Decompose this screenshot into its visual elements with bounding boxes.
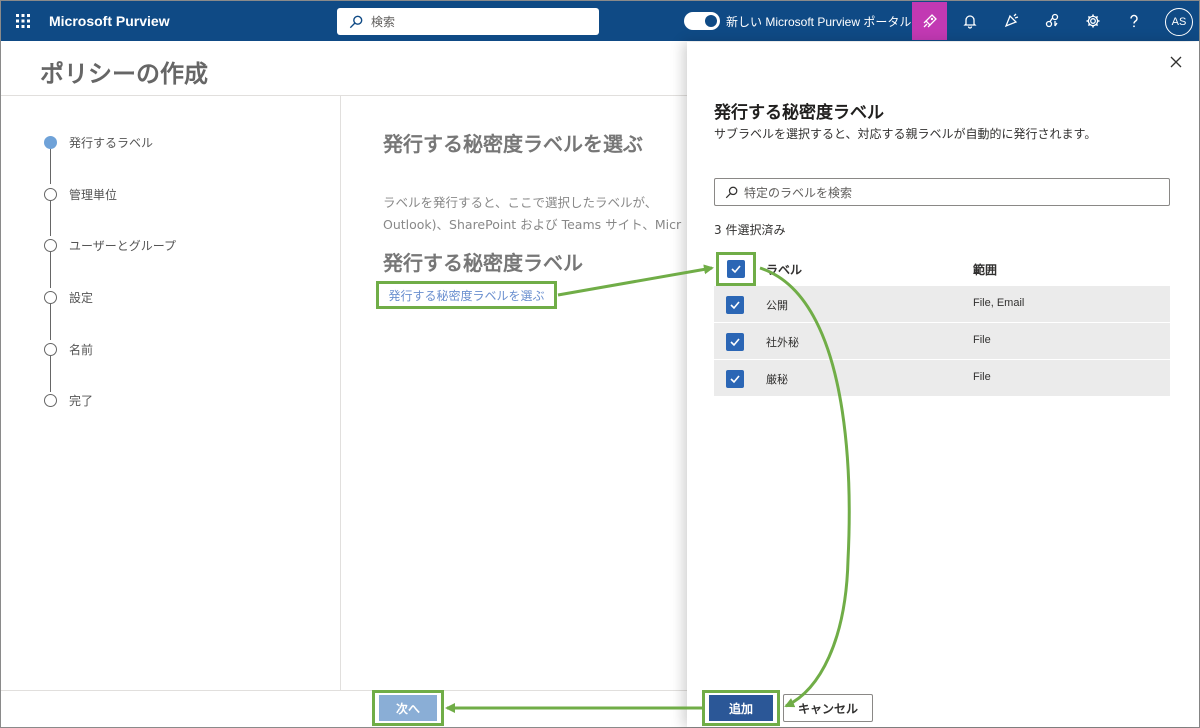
close-icon (1170, 56, 1182, 68)
section-heading: 発行する秘密度ラベルを選ぶ (383, 132, 643, 156)
notifications-button[interactable] (952, 2, 988, 40)
panel-title: 発行する秘密度ラベル (714, 103, 884, 123)
step-users-groups[interactable]: ユーザーとグループ (44, 237, 176, 254)
add-button[interactable]: 追加 (709, 695, 773, 721)
description-line: Outlook)、SharePoint および Teams サイト、Micr (383, 217, 682, 232)
row-label-scope: File, Email (973, 297, 1025, 309)
add-button-highlight: 追加 (702, 690, 780, 726)
step-name[interactable]: 名前 (44, 341, 93, 358)
search-placeholder: 検索 (371, 15, 396, 29)
brand-title[interactable]: Microsoft Purview (49, 13, 170, 29)
step-connector (50, 148, 51, 184)
table-row[interactable]: 公開 File, Email (714, 286, 1170, 323)
wizard-divider (340, 96, 341, 690)
step-indicator (44, 239, 57, 252)
user-avatar[interactable]: AS (1165, 8, 1193, 36)
table-row[interactable]: 厳秘 File (714, 360, 1170, 397)
rocket-button[interactable] (912, 2, 947, 40)
step-label: 名前 (69, 343, 94, 357)
header-divider (1, 95, 687, 96)
label-search-placeholder: 特定のラベルを検索 (744, 185, 853, 200)
row-label-scope: File (973, 371, 991, 383)
label-search-input[interactable]: 特定のラベルを検索 (714, 178, 1170, 206)
top-bar: Microsoft Purview 検索 新しい Microsoft Purvi… (1, 1, 1199, 41)
app-launcher-button[interactable] (1, 1, 45, 41)
row-label-scope: File (973, 334, 991, 346)
step-label: 完了 (69, 394, 94, 408)
step-indicator (44, 188, 57, 201)
step-label: 管理単位 (69, 188, 118, 202)
new-portal-toggle-group: 新しい Microsoft Purview ポータル (684, 1, 911, 41)
next-button-highlight: 次へ (372, 690, 444, 726)
share-button[interactable] (1034, 2, 1070, 40)
share-icon (1045, 13, 1059, 28)
step-connector (50, 252, 51, 288)
next-button[interactable]: 次へ (379, 695, 437, 721)
help-icon (1130, 14, 1138, 28)
step-indicator-active (44, 136, 57, 149)
search-icon (349, 15, 363, 28)
waffle-icon (16, 14, 30, 28)
checkmark-icon (730, 301, 740, 310)
toolbar-icons (912, 2, 1157, 40)
close-panel-button[interactable] (1169, 54, 1187, 72)
footer-divider (1, 690, 687, 691)
settings-button[interactable] (1075, 2, 1111, 40)
step-publish-labels[interactable]: 発行するラベル (44, 134, 153, 151)
select-all-checkbox[interactable] (727, 260, 745, 278)
row-checkbox[interactable] (726, 333, 744, 351)
checkmark-icon (731, 265, 741, 274)
step-admin-units[interactable]: 管理単位 (44, 186, 117, 203)
step-indicator (44, 343, 57, 356)
search-icon (725, 186, 738, 198)
column-header-label[interactable]: ラベル (766, 261, 802, 278)
step-finish[interactable]: 完了 (44, 392, 93, 409)
step-label: 発行するラベル (69, 136, 154, 150)
row-label-name: 厳秘 (766, 373, 788, 386)
panel-subtitle: サブラベルを選択すると、対応する親ラベルが自動的に発行されます。 (714, 127, 1097, 141)
selected-count: 3 件選択済み (714, 223, 786, 237)
step-indicator (44, 291, 57, 304)
row-checkbox[interactable] (726, 370, 744, 388)
help-button[interactable] (1116, 2, 1152, 40)
column-header-scope[interactable]: 範囲 (973, 261, 997, 278)
label-picker-panel: 発行する秘密度ラベル サブラベルを選択すると、対応する親ラベルが自動的に発行され… (687, 42, 1199, 727)
table-row[interactable]: 社外秘 File (714, 323, 1170, 360)
bell-icon (963, 15, 977, 29)
table-header: ラベル 範囲 (714, 250, 1170, 286)
row-label-name: 公開 (766, 299, 788, 312)
choose-labels-link[interactable]: 発行する秘密度ラベルを選ぶ (376, 281, 557, 309)
row-checkbox[interactable] (726, 296, 744, 314)
select-all-highlight (716, 252, 756, 286)
announcements-button[interactable] (993, 2, 1029, 40)
section-subheading: 発行する秘密度ラベル (383, 251, 583, 275)
step-connector (50, 304, 51, 340)
checkmark-icon (730, 338, 740, 347)
megaphone-icon (1004, 13, 1019, 28)
step-label: ユーザーとグループ (69, 239, 177, 253)
row-label-name: 社外秘 (766, 336, 799, 349)
toggle-knob (705, 15, 717, 27)
global-search-input[interactable]: 検索 (337, 8, 599, 35)
description-line: ラベルを発行すると、ここで選択したラベルが、 (383, 195, 658, 210)
checkmark-icon (730, 375, 740, 384)
step-connector (50, 356, 51, 392)
gear-icon (1086, 14, 1100, 28)
step-connector (50, 200, 51, 236)
cancel-button[interactable]: キャンセル (783, 694, 873, 722)
page-title: ポリシーの作成 (40, 60, 208, 88)
rocket-icon (923, 14, 937, 28)
step-label: 設定 (69, 291, 94, 305)
section-description: ラベルを発行すると、ここで選択したラベルが、 Outlook)、SharePoi… (383, 192, 687, 236)
step-indicator (44, 394, 57, 407)
step-settings[interactable]: 設定 (44, 289, 93, 306)
new-portal-toggle[interactable] (684, 12, 720, 30)
new-portal-toggle-label: 新しい Microsoft Purview ポータル (726, 14, 912, 29)
